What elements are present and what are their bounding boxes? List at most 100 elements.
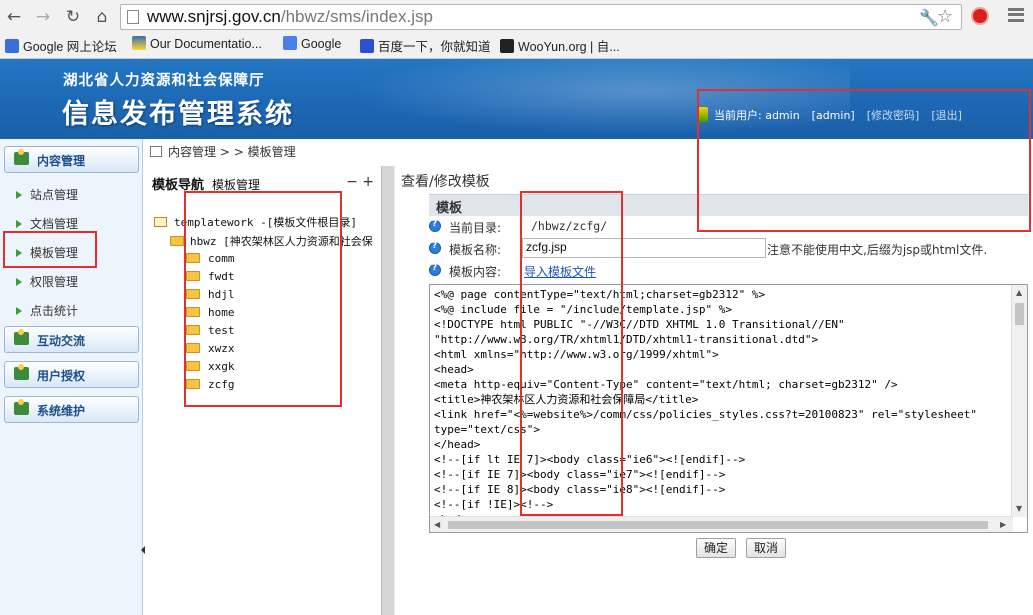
- item-label: 点击统计: [30, 304, 79, 318]
- bookmark-icon: [5, 39, 19, 53]
- logout-link[interactable]: [退出]: [931, 107, 962, 123]
- tree-folder-node[interactable]: test: [186, 324, 235, 337]
- import-template-link[interactable]: 导入模板文件: [524, 263, 596, 280]
- app-root: ← → ↻ ⌂ www.snjrsj.gov.cn/hbwz/sms/index…: [0, 0, 1033, 615]
- section-header: 模板: [429, 194, 1028, 216]
- user-role-link[interactable]: [admin]: [812, 109, 855, 122]
- breadcrumb-separator: >: [219, 145, 230, 159]
- menu-icon[interactable]: [1008, 8, 1024, 22]
- tree-folder-node[interactable]: hdjl: [186, 288, 235, 301]
- root-folder-icon: [154, 217, 167, 227]
- bookmark-google[interactable]: Google: [283, 36, 341, 51]
- wrench-icon[interactable]: 🔧: [919, 8, 939, 27]
- template-code[interactable]: <%@ page contentType="text/html;charset=…: [434, 287, 1002, 517]
- breadcrumb-page: 模板管理: [247, 145, 296, 159]
- change-password-link[interactable]: [修改密码]: [867, 107, 920, 123]
- bookmark-our-documentation[interactable]: Our Documentatio...: [132, 36, 262, 51]
- ok-button[interactable]: 确定: [696, 538, 736, 558]
- tree-folder-node[interactable]: comm: [186, 252, 235, 265]
- scroll-down-icon[interactable]: ▼: [1016, 504, 1022, 513]
- sidebar-group-content[interactable]: 内容管理: [4, 146, 139, 173]
- bookmark-google-groups[interactable]: Google 网上论坛: [5, 36, 117, 55]
- sidebar-item-statistics[interactable]: 点击统计: [16, 302, 78, 319]
- page-icon: [127, 10, 139, 24]
- scroll-right-icon[interactable]: ▶: [1000, 520, 1006, 529]
- sidebar-item-permission[interactable]: 权限管理: [16, 273, 78, 290]
- dir-label: 当前目录:: [449, 221, 502, 235]
- back-arrow-icon[interactable]: ←: [3, 6, 25, 28]
- template-name-input[interactable]: zcfg.jsp: [522, 238, 766, 258]
- group-label: 内容管理: [37, 154, 86, 168]
- home-icon[interactable]: ⌂: [91, 6, 113, 28]
- sidebar-group-users[interactable]: 用户授权: [4, 361, 139, 388]
- address-bar[interactable]: www.snjrsj.gov.cn/hbwz/sms/index.jsp 🔧 ☆: [120, 4, 962, 30]
- tree-site-node[interactable]: hbwz [神农架林区人力资源和社会保: [170, 233, 380, 249]
- current-user: 当前用户: admin: [714, 109, 800, 122]
- folder-group-icon: [14, 364, 29, 380]
- folder-icon: [186, 379, 200, 389]
- tree-folder-node[interactable]: home: [186, 306, 235, 319]
- sidebar-group-system[interactable]: 系统维护: [4, 396, 139, 423]
- folder-group-icon: [14, 329, 29, 345]
- breadcrumb-separator: >: [233, 145, 244, 159]
- horizontal-scrollbar[interactable]: ◀ ▶: [430, 516, 1013, 532]
- tree-node-label: templatework -[模板文件根目录]: [174, 216, 357, 229]
- tree-node-label: fwdt: [208, 270, 235, 283]
- reload-icon[interactable]: ↻: [62, 6, 84, 28]
- panel-splitter[interactable]: [381, 166, 395, 615]
- tree-folder-node[interactable]: xwzx: [186, 342, 235, 355]
- tree-node-label: xwzx: [208, 342, 235, 355]
- site-header: 湖北省人力资源和社会保障厅 信息发布管理系统 当前用户: admin [admin…: [0, 59, 1033, 139]
- collapse-arrow-icon[interactable]: [141, 546, 145, 554]
- bookmark-wooyun[interactable]: WooYun.org | 自...: [500, 36, 620, 55]
- group-label: 互动交流: [37, 334, 86, 348]
- scroll-up-icon[interactable]: ▲: [1016, 288, 1022, 297]
- tree-folder-node[interactable]: zcfg: [186, 378, 235, 391]
- sidebar-item-site[interactable]: 站点管理: [16, 186, 78, 203]
- template-edit-panel: 查看/修改模板 模板 当前目录: /hbwz/zcfg/ 模板名称: zcfg.…: [395, 166, 1033, 615]
- cancel-button[interactable]: 取消: [746, 538, 786, 558]
- tree-folder-node[interactable]: xxgk: [186, 360, 235, 373]
- wooyun-icon: [500, 39, 514, 53]
- home-small-icon: [150, 146, 162, 157]
- triangle-icon: [16, 249, 22, 257]
- folder-icon: [186, 253, 200, 263]
- extension-stop-icon[interactable]: [971, 7, 989, 25]
- user-icon: [697, 107, 708, 122]
- python-icon: [132, 36, 146, 50]
- sidebar-item-document[interactable]: 文档管理: [16, 215, 78, 232]
- panel-title: 查看/修改模板: [401, 174, 490, 190]
- triangle-icon: [16, 220, 22, 228]
- name-label: 模板名称:: [449, 243, 502, 257]
- folder-group-icon: [14, 149, 29, 165]
- folder-icon: [186, 307, 200, 317]
- url-path: /hbwz/sms/index.jsp: [280, 7, 433, 26]
- dir-value: /hbwz/zcfg/: [531, 219, 608, 233]
- template-content-textarea[interactable]: <%@ page contentType="text/html;charset=…: [429, 284, 1028, 533]
- tree-root-node[interactable]: templatework -[模板文件根目录]: [154, 214, 357, 230]
- tree-node-label: xxgk: [208, 360, 235, 373]
- tree-expand-collapse-controls[interactable]: − +: [346, 174, 374, 190]
- tree-node-label: zcfg: [208, 378, 235, 391]
- scroll-left-icon[interactable]: ◀: [434, 520, 440, 529]
- scroll-thumb[interactable]: [1015, 303, 1024, 325]
- sidebar-item-template[interactable]: 模板管理: [16, 244, 78, 261]
- breadcrumb-section[interactable]: 内容管理: [168, 145, 216, 159]
- folder-icon: [186, 361, 200, 371]
- folder-icon: [186, 271, 200, 281]
- bookmark-baidu[interactable]: 百度一下，你就知道: [360, 36, 491, 55]
- scroll-thumb[interactable]: [448, 521, 988, 529]
- bookmark-label: 百度一下，你就知道: [378, 40, 491, 54]
- bookmark-label: Google: [301, 37, 342, 51]
- tree-title: 模板导航: [152, 178, 205, 193]
- tree-node-label: hdjl: [208, 288, 235, 301]
- vertical-scrollbar[interactable]: ▲ ▼: [1011, 285, 1027, 517]
- bookmark-label: Google 网上论坛: [23, 40, 117, 54]
- star-icon[interactable]: ☆: [937, 6, 953, 27]
- forward-arrow-icon[interactable]: →: [32, 6, 54, 28]
- tree-folder-node[interactable]: fwdt: [186, 270, 235, 283]
- bookmarks-bar: Google 网上论坛 Our Documentatio... Google 百…: [0, 34, 1033, 56]
- help-icon: [429, 263, 441, 276]
- sidebar-group-interaction[interactable]: 互动交流: [4, 326, 139, 353]
- tree-node-label: comm: [208, 252, 235, 265]
